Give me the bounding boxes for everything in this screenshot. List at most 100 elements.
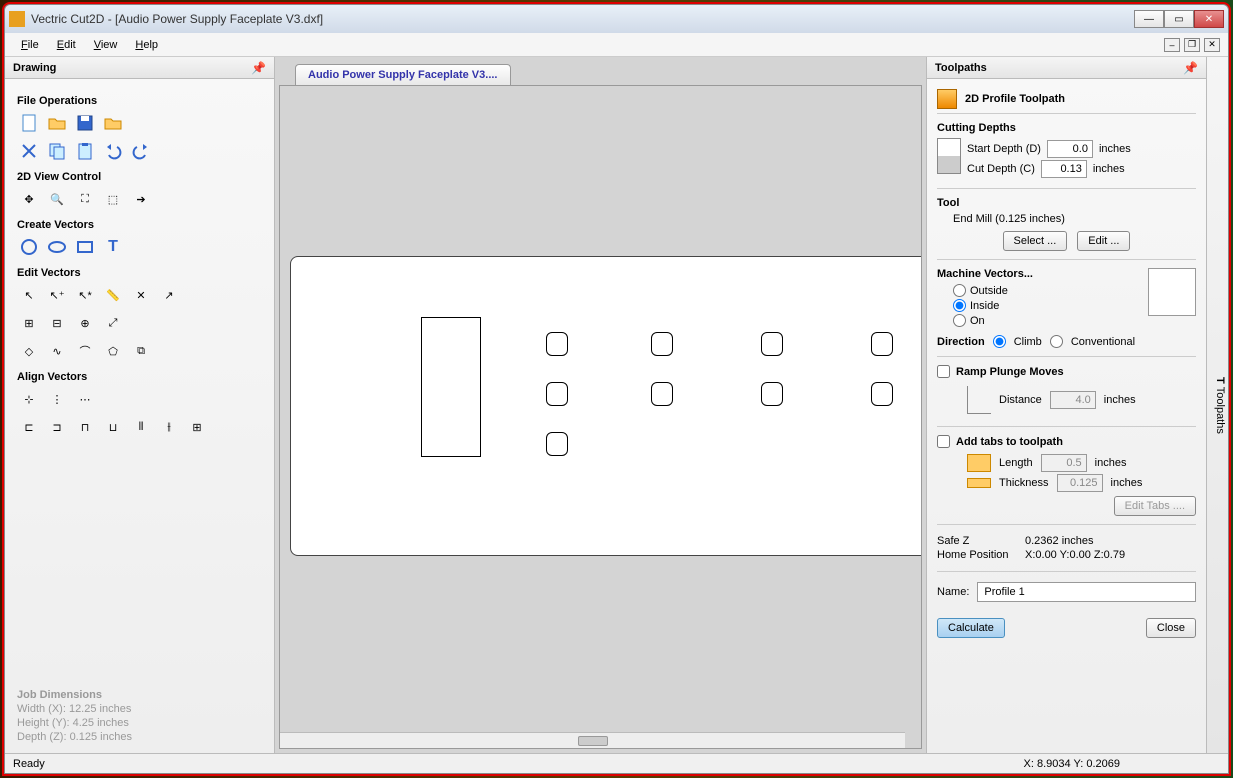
name-label: Name:: [937, 586, 969, 598]
distribute-h-icon[interactable]: ⫴: [129, 415, 153, 439]
paste-icon[interactable]: [73, 139, 97, 163]
machine-vectors-diagram: [1148, 268, 1196, 316]
ramp-checkbox[interactable]: [937, 365, 950, 378]
hole-1-1: [546, 332, 568, 356]
new-file-icon[interactable]: [17, 111, 41, 135]
align-center-icon[interactable]: ⊹: [17, 387, 41, 411]
unit-label-5: inches: [1111, 477, 1143, 489]
select-all-icon[interactable]: ↖*: [73, 283, 97, 307]
distance-label: Distance: [999, 394, 1042, 406]
cut-depth-label: Cut Depth (C): [967, 163, 1035, 175]
toolpath-name-input[interactable]: [977, 582, 1196, 602]
mdi-close[interactable]: ✕: [1204, 38, 1220, 52]
delete-icon[interactable]: ✕: [129, 283, 153, 307]
rect-feature: [421, 317, 481, 457]
select-tool-button[interactable]: Select ...: [1003, 231, 1068, 251]
cut-depth-input[interactable]: [1041, 160, 1087, 178]
ramp-diagram-icon: [967, 386, 991, 414]
hole-2-3: [761, 382, 783, 406]
depth-diagram-icon: [937, 138, 961, 174]
zoom-icon[interactable]: 🔍: [45, 187, 69, 211]
curve-icon[interactable]: ∿: [45, 339, 69, 363]
copy-icon[interactable]: [45, 139, 69, 163]
group-icon[interactable]: ⊞: [17, 311, 41, 335]
pan-icon[interactable]: ✥: [17, 187, 41, 211]
measure-icon[interactable]: 📏: [101, 283, 125, 307]
import-icon[interactable]: [101, 111, 125, 135]
cut-icon[interactable]: [17, 139, 41, 163]
align-bottom-icon[interactable]: ⊔: [101, 415, 125, 439]
ungroup-icon[interactable]: ⊟: [45, 311, 69, 335]
maximize-button[interactable]: ▭: [1164, 10, 1194, 28]
window-title: Vectric Cut2D - [Audio Power Supply Face…: [31, 12, 1134, 26]
toolpaths-panel-header: Toolpaths 📌: [927, 57, 1206, 79]
pin-icon[interactable]: 📌: [251, 61, 266, 75]
close-panel-button[interactable]: Close: [1146, 618, 1196, 638]
tab-length-icon: [967, 454, 991, 472]
rectangle-icon[interactable]: [73, 235, 97, 259]
align-hcenter-icon[interactable]: ⋮: [45, 387, 69, 411]
tool-section-title: Tool: [937, 197, 1196, 209]
redo-icon[interactable]: [129, 139, 153, 163]
mdi-minimize[interactable]: –: [1164, 38, 1180, 52]
minimize-button[interactable]: —: [1134, 10, 1164, 28]
center-area: Audio Power Supply Faceplate V3....: [275, 57, 926, 753]
close-button[interactable]: ✕: [1194, 10, 1224, 28]
mv-outside-label: Outside: [970, 285, 1008, 297]
file-ops-title: File Operations: [17, 95, 262, 107]
scrollbar-thumb[interactable]: [578, 736, 608, 746]
toolpaths-pin-icon[interactable]: 📌: [1183, 61, 1198, 75]
canvas[interactable]: [279, 85, 922, 749]
mv-on-label: On: [970, 315, 985, 327]
view-control-title: 2D View Control: [17, 171, 262, 183]
job-dims-title: Job Dimensions: [17, 689, 262, 701]
unit-label-4: inches: [1095, 457, 1127, 469]
undo-icon[interactable]: [101, 139, 125, 163]
polygon-icon[interactable]: ⬠: [101, 339, 125, 363]
conventional-radio[interactable]: [1050, 335, 1063, 348]
text-icon[interactable]: T: [101, 235, 125, 259]
align-left-icon[interactable]: ⊏: [17, 415, 41, 439]
mv-on-radio[interactable]: [953, 314, 966, 327]
drawing-panel-header: Drawing 📌: [5, 57, 274, 79]
hole-2-4: [871, 382, 893, 406]
arc-icon[interactable]: ⌒: [73, 339, 97, 363]
zoom-fit-icon[interactable]: ⛶: [73, 187, 97, 211]
circle-icon[interactable]: [17, 235, 41, 259]
mdi-restore[interactable]: ❐: [1184, 38, 1200, 52]
scale-icon[interactable]: ⤢: [101, 311, 125, 335]
align-grid-icon[interactable]: ⊞: [185, 415, 209, 439]
menu-file[interactable]: File: [13, 37, 47, 53]
tabs-checkbox[interactable]: [937, 435, 950, 448]
ellipse-icon[interactable]: [45, 235, 69, 259]
mv-inside-radio[interactable]: [953, 299, 966, 312]
zoom-window-icon[interactable]: ➔: [129, 187, 153, 211]
start-depth-input[interactable]: [1047, 140, 1093, 158]
save-icon[interactable]: [73, 111, 97, 135]
menu-view[interactable]: View: [86, 37, 126, 53]
align-vcenter-icon[interactable]: ⋯: [73, 387, 97, 411]
distribute-v-icon[interactable]: ⫲: [157, 415, 181, 439]
unit-label-3: inches: [1104, 394, 1136, 406]
join-icon[interactable]: ⊕: [73, 311, 97, 335]
zoom-select-icon[interactable]: ⬚: [101, 187, 125, 211]
align-top-icon[interactable]: ⊓: [73, 415, 97, 439]
move-icon[interactable]: ↗: [157, 283, 181, 307]
horizontal-scrollbar[interactable]: [280, 732, 905, 748]
document-tab[interactable]: Audio Power Supply Faceplate V3....: [295, 64, 511, 85]
climb-radio[interactable]: [993, 335, 1006, 348]
menu-help[interactable]: Help: [127, 37, 166, 53]
trim-icon[interactable]: ◇: [17, 339, 41, 363]
offset-icon[interactable]: ⧉: [129, 339, 153, 363]
select-icon[interactable]: ↖: [17, 283, 41, 307]
toolpaths-side-tab[interactable]: T Toolpaths: [1206, 57, 1228, 753]
home-value: X:0.00 Y:0.00 Z:0.79: [1025, 549, 1125, 561]
node-edit-icon[interactable]: ↖⁺: [45, 283, 69, 307]
align-vectors-title: Align Vectors: [17, 371, 262, 383]
mv-outside-radio[interactable]: [953, 284, 966, 297]
menu-edit[interactable]: Edit: [49, 37, 84, 53]
open-icon[interactable]: [45, 111, 69, 135]
edit-tool-button[interactable]: Edit ...: [1077, 231, 1130, 251]
calculate-button[interactable]: Calculate: [937, 618, 1005, 638]
align-right-icon[interactable]: ⊐: [45, 415, 69, 439]
